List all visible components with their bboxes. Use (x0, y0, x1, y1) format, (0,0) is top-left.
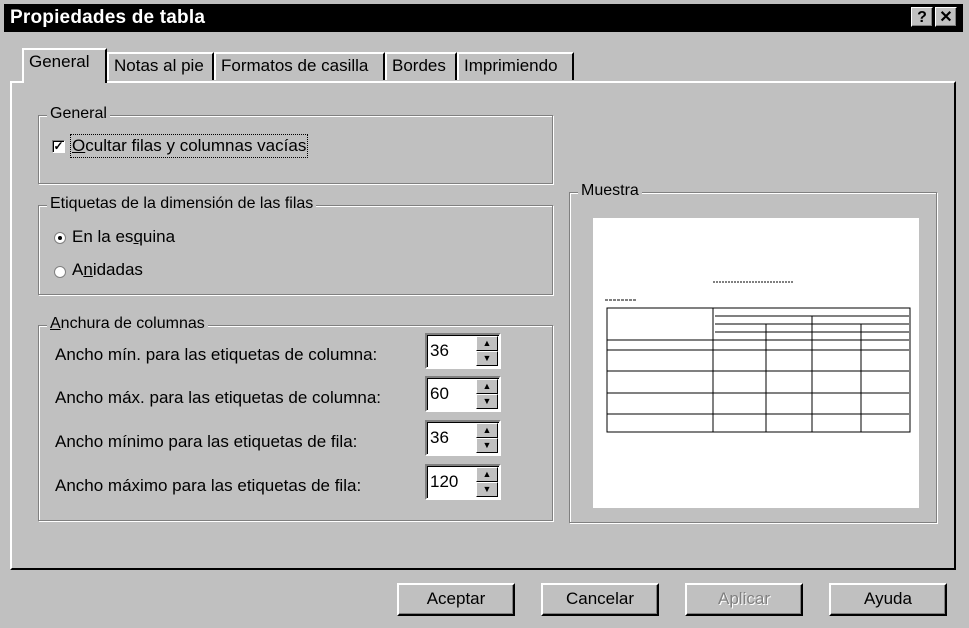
spin-up-icon[interactable]: ▲ (476, 467, 498, 482)
spin-up-icon[interactable]: ▲ (476, 423, 498, 438)
nested-radio[interactable] (54, 266, 66, 278)
tab-printing[interactable]: Imprimiendo (457, 52, 574, 80)
spin-down-icon[interactable]: ▼ (476, 482, 498, 497)
mnemonic: A (50, 315, 61, 332)
spin-down-icon[interactable]: ▼ (476, 438, 498, 453)
tab-label: Imprimiendo (464, 56, 558, 75)
mnemonic: n (83, 260, 93, 279)
corner-radio[interactable] (54, 232, 66, 244)
spin-down-icon[interactable]: ▼ (476, 394, 498, 409)
max-row-label: Ancho máximo para las etiquetas de fila: (55, 476, 362, 495)
preview-lines (605, 281, 911, 433)
tab-cell-formats[interactable]: Formatos de casilla (214, 52, 385, 80)
title-bar[interactable]: Propiedades de tabla ? ✕ (4, 4, 963, 32)
group-legend: Muestra (578, 182, 642, 200)
help-button[interactable]: ? (911, 7, 933, 27)
hide-empty-label[interactable]: Ocultar filas y columnas vacías (69, 134, 309, 158)
sample-table-preview (605, 281, 911, 433)
cancel-button[interactable]: Cancelar (541, 583, 659, 616)
label-text: cultar filas y columnas vacías (85, 136, 307, 155)
legend-text: nchura de columnas (60, 315, 205, 332)
group-legend: General (47, 105, 110, 123)
dialog-title: Propiedades de tabla (10, 7, 206, 28)
label-text: uina (142, 227, 176, 246)
apply-button[interactable]: Aplicar (685, 583, 803, 616)
tab-footnotes[interactable]: Notas al pie (107, 52, 214, 80)
tab-label: Bordes (392, 56, 446, 75)
min-col-spinner[interactable]: 36 ▲ ▼ (425, 333, 501, 369)
spinner-value: 36 (430, 341, 449, 360)
ok-button[interactable]: Aceptar (397, 583, 515, 616)
group-legend: Anchura de columnas (47, 315, 208, 333)
min-row-spinner[interactable]: 36 ▲ ▼ (425, 420, 501, 456)
sample-preview (593, 218, 919, 508)
spin-up-icon[interactable]: ▲ (476, 336, 498, 351)
spin-down-icon[interactable]: ▼ (476, 351, 498, 366)
dialog-window: Propiedades de tabla ? ✕ General Notas a… (0, 0, 969, 628)
tab-borders[interactable]: Bordes (385, 52, 457, 80)
min-row-label: Ancho mínimo para las etiquetas de fila: (55, 432, 358, 451)
spinner-value: 120 (430, 472, 459, 491)
nested-label[interactable]: Anidadas (72, 260, 143, 280)
max-row-spinner[interactable]: 120 ▲ ▼ (425, 464, 501, 500)
max-col-spinner[interactable]: 60 ▲ ▼ (425, 376, 501, 412)
spin-up-icon[interactable]: ▲ (476, 379, 498, 394)
row-dimension-group: Etiquetas de la dimensión de las filas (38, 195, 553, 295)
mnemonic: q (133, 227, 143, 246)
corner-label[interactable]: En la esquina (72, 227, 175, 247)
close-button[interactable]: ✕ (935, 7, 957, 27)
tab-label: General (29, 52, 90, 71)
spinner-value: 36 (430, 428, 449, 447)
max-col-label: Ancho máx. para las etiquetas de columna… (55, 388, 382, 407)
min-col-label: Ancho mín. para las etiquetas de columna… (55, 345, 378, 364)
spinner-value: 60 (430, 384, 449, 403)
hide-empty-checkbox[interactable]: ✓ (52, 140, 65, 153)
label-text: idadas (92, 260, 143, 279)
group-legend: Etiquetas de la dimensión de las filas (47, 195, 317, 213)
label-text: En la es (72, 227, 134, 246)
tab-general[interactable]: General (22, 48, 107, 83)
mnemonic: O (72, 136, 86, 155)
label-text: A (72, 260, 84, 279)
help-dialog-button[interactable]: Ayuda (829, 583, 947, 616)
tab-label: Formatos de casilla (221, 56, 369, 75)
tab-label: Notas al pie (114, 56, 204, 75)
radio-dot (58, 236, 62, 240)
